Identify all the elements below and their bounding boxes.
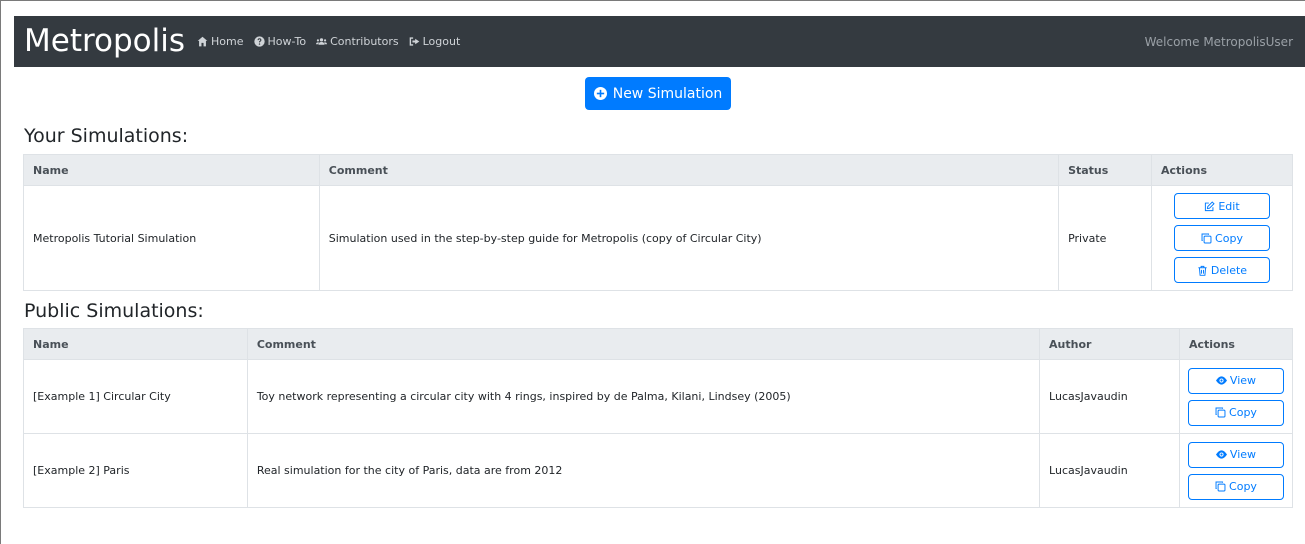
simulation-name: Metropolis Tutorial Simulation [23,185,320,291]
copy-icon [1215,407,1226,418]
column-header-name: Name [23,328,248,360]
users-icon [316,38,328,45]
delete-button[interactable]: Delete [1174,257,1270,283]
nav-contributors[interactable]: Contributors [316,35,399,48]
view-button[interactable]: View [1187,441,1284,468]
eye-icon [1215,376,1227,385]
view-button[interactable]: View [1187,367,1284,394]
actions-cell: Edit Copy Delete [1151,185,1293,291]
sign-out-icon [409,37,419,46]
trash-icon [1198,265,1207,276]
column-header-comment: Comment [318,154,1060,186]
edit-button[interactable]: Edit [1174,193,1270,219]
welcome-message: Welcome MetropolisUser [1144,34,1293,49]
copy-button[interactable]: Copy [1187,399,1284,426]
column-header-author: Author [1039,328,1180,360]
table-row: [Example 1] Circular City Toy network re… [23,359,1294,434]
edit-icon [1205,200,1215,211]
copy-icon [1201,233,1212,243]
brand-title[interactable]: Metropolis [24,26,185,57]
view-label: View [1229,448,1257,461]
column-header-actions: Actions [1151,154,1293,186]
edit-label: Edit [1218,199,1240,213]
table-row: Metropolis Tutorial Simulation Simulatio… [23,185,1293,291]
question-circle-icon [253,36,265,47]
column-header-status: Status [1058,154,1153,186]
table-header-row: Name Comment Author Actions [23,328,1294,360]
copy-label: Copy [1229,406,1257,419]
eye-icon [1215,450,1227,459]
simulation-name: [Example 1] Circular City [23,359,248,434]
simulation-comment: Simulation used in the step-by-step guid… [318,185,1060,291]
your-simulations-table: Name Comment Status Actions Metropolis T… [23,154,1293,291]
new-simulation-label: New Simulation [612,85,723,102]
nav-logout[interactable]: Logout [409,35,461,48]
view-label: View [1229,374,1257,387]
plus-circle-icon [593,87,607,100]
nav-logout-label: Logout [422,35,461,48]
copy-button[interactable]: Copy [1174,225,1270,251]
copy-label: Copy [1215,231,1243,245]
public-simulations-table: Name Comment Author Actions [Example 1] … [23,328,1294,508]
nav-home-label: Home [211,35,244,48]
top-navbar: Metropolis Home How-To Contributors Logo… [14,16,1305,67]
table-header-row: Name Comment Status Actions [23,154,1293,186]
actions-cell: View Copy [1178,433,1294,508]
simulation-status: Private [1058,185,1153,291]
simulation-comment: Toy network representing a circular city… [246,359,1041,434]
nav-how-to-label: How-To [267,35,307,48]
your-simulations-title: Your Simulations: [24,125,189,147]
copy-button[interactable]: Copy [1187,473,1284,500]
new-simulation-button[interactable]: New Simulation [585,77,731,110]
nav-contributors-label: Contributors [330,35,399,48]
table-row: [Example 2] Paris Real simulation for th… [23,433,1294,508]
home-icon [197,36,208,47]
actions-cell: View Copy [1178,359,1294,434]
simulation-comment: Real simulation for the city of Paris, d… [246,433,1041,508]
copy-icon [1215,481,1226,492]
nav-home[interactable]: Home [197,35,244,48]
column-header-actions: Actions [1178,328,1294,360]
simulation-name: [Example 2] Paris [23,433,248,508]
public-simulations-title: Public Simulations: [24,300,204,322]
column-header-comment: Comment [246,328,1041,360]
copy-label: Copy [1229,480,1257,493]
column-header-name: Name [23,154,320,186]
nav-how-to[interactable]: How-To [253,35,307,48]
simulation-author: LucasJavaudin [1039,359,1180,434]
simulation-author: LucasJavaudin [1039,433,1180,508]
delete-label: Delete [1210,263,1248,277]
